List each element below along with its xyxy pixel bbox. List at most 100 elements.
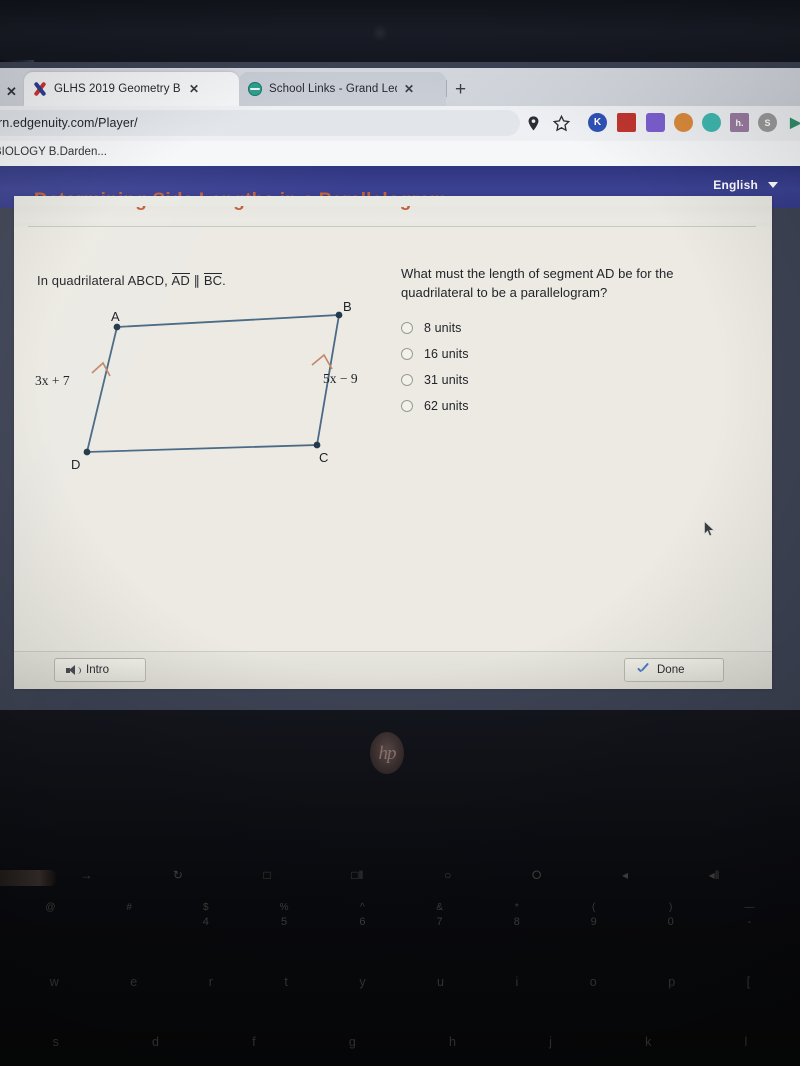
answer-options: 8 units 16 units 31 units 62 units: [401, 315, 701, 419]
omnibox-row: rn.edgenuity.com/Player/ K h. S ▶: [0, 106, 800, 141]
tab-title: GLHS 2019 Geometry B - Edgenu: [54, 83, 182, 95]
key-3[interactable]: #: [126, 902, 132, 929]
browser-tab-1[interactable]: School Links - Grand Ledge Publ ✕: [239, 72, 446, 106]
key-d[interactable]: d: [152, 1035, 159, 1049]
side-label-bc: 5x − 9: [323, 371, 358, 386]
segment-bc-label: BC: [203, 273, 223, 288]
vertex-label-c: C: [319, 450, 328, 465]
stem-prefix: In quadrilateral ABCD,: [37, 273, 168, 288]
intro-button[interactable]: Intro: [54, 658, 146, 682]
bookmark-star-icon[interactable]: [552, 114, 571, 133]
laptop-base: hp → ↻ □ □‖ ○ ⭘ ◂ ◂‖ @ # $4 % 5 ^ 6 & 7 * 8 …: [0, 710, 800, 1066]
key-w[interactable]: w: [50, 975, 59, 989]
radio-button[interactable]: [401, 400, 413, 412]
key-forward[interactable]: →: [80, 868, 92, 882]
key-u[interactable]: u: [437, 975, 444, 989]
answer-option-1[interactable]: 16 units: [401, 341, 701, 367]
key-g[interactable]: g: [349, 1035, 356, 1049]
key-0[interactable]: ) 0: [668, 902, 674, 929]
webcam-icon: [372, 24, 388, 44]
language-selector[interactable]: English: [713, 178, 778, 192]
s-extension-icon[interactable]: S: [758, 113, 777, 132]
answer-option-3[interactable]: 62 units: [401, 393, 701, 419]
function-key-row: → ↻ □ □‖ ○ ⭘ ◂ ◂‖: [0, 868, 800, 882]
orange-avatar-icon[interactable]: [674, 113, 693, 132]
key-p[interactable]: p: [668, 975, 675, 989]
vertex-label-b: B: [343, 299, 352, 314]
key-reload[interactable]: ↻: [173, 868, 183, 882]
key-h[interactable]: h: [449, 1035, 456, 1049]
lesson-card-body: In quadrilateral ABCD, AD ∥ BC. A B C D …: [14, 227, 772, 651]
key-j[interactable]: j: [549, 1035, 552, 1049]
key-overview[interactable]: □‖: [351, 868, 363, 882]
parallelogram-figure: A B C D 3x + 7 5x − 9: [35, 299, 358, 472]
question-stem: In quadrilateral ABCD, AD ∥ BC.: [37, 273, 226, 289]
tab-close-icon[interactable]: ✕: [404, 83, 414, 95]
vertex-label-d: D: [71, 457, 80, 472]
key-brightness-down[interactable]: ○: [444, 868, 451, 882]
key-6[interactable]: ^ 6: [359, 902, 365, 929]
chevron-down-icon: [768, 182, 778, 188]
radio-button[interactable]: [401, 374, 413, 386]
key-4[interactable]: $4: [203, 902, 209, 929]
key-e[interactable]: e: [130, 975, 137, 989]
new-tab-button[interactable]: +: [455, 80, 466, 99]
answer-option-label: 31 units: [424, 373, 469, 387]
browser-tab-0[interactable]: GLHS 2019 Geometry B - Edgenu ✕: [24, 72, 239, 106]
key-7[interactable]: & 7: [436, 902, 443, 929]
key-8[interactable]: * 8: [514, 902, 520, 929]
key-minus[interactable]: — -: [744, 902, 754, 929]
key-brightness-up[interactable]: ⭘: [532, 868, 542, 882]
hp-logo-text: hp: [378, 742, 397, 764]
done-button[interactable]: Done: [624, 658, 724, 682]
key-volume-down[interactable]: ◂‖: [709, 868, 720, 882]
key-k[interactable]: k: [645, 1035, 651, 1049]
key-s[interactable]: s: [53, 1035, 59, 1049]
laptop-bezel-top: [0, 0, 800, 70]
key-fullscreen[interactable]: □: [263, 868, 270, 882]
speaker-icon: [66, 664, 81, 676]
intro-button-label: Intro: [86, 664, 110, 676]
radio-button[interactable]: [401, 348, 413, 360]
lesson-card-footer: Intro Done: [14, 651, 772, 689]
mouse-cursor: [704, 521, 715, 537]
key-t[interactable]: t: [284, 975, 287, 989]
hapara-extension-icon[interactable]: h.: [730, 113, 749, 132]
tab-close-icon[interactable]: ✕: [189, 83, 199, 95]
lesson-card: Determining Side Lengths in a Parallelog…: [14, 190, 772, 689]
key-r[interactable]: r: [209, 975, 213, 989]
teal-globe-extension-icon[interactable]: [702, 113, 721, 132]
title-clip-mask: [14, 196, 772, 206]
purple-extension-icon[interactable]: [646, 113, 665, 132]
key-bracket[interactable]: [: [747, 975, 750, 989]
key-o[interactable]: o: [590, 975, 597, 989]
hp-logo: hp: [370, 732, 404, 774]
key-y[interactable]: y: [359, 975, 365, 989]
answer-option-label: 62 units: [424, 399, 469, 413]
navigation-extension-icon[interactable]: ▶: [786, 113, 800, 132]
offscreen-tab-close-icon[interactable]: ✕: [6, 84, 17, 100]
key-i[interactable]: i: [515, 975, 518, 989]
location-pin-icon[interactable]: [524, 114, 543, 133]
kami-extension-icon[interactable]: K: [588, 113, 607, 132]
answer-option-2[interactable]: 31 units: [401, 367, 701, 393]
stem-period: .: [222, 273, 226, 288]
browser-tab-strip: ✕ GLHS 2019 Geometry B - Edgenu ✕ School…: [0, 68, 800, 106]
laptop-photo: ✕ GLHS 2019 Geometry B - Edgenu ✕ School…: [0, 0, 800, 1066]
bc-chevron-mark: [311, 353, 333, 370]
screen-area: ✕ GLHS 2019 Geometry B - Edgenu ✕ School…: [0, 62, 800, 710]
language-label: English: [713, 178, 758, 192]
key-l[interactable]: l: [745, 1035, 748, 1049]
key-9[interactable]: (9: [591, 902, 597, 929]
key-2[interactable]: @: [45, 902, 55, 929]
key-f[interactable]: f: [252, 1035, 255, 1049]
globe-icon: [248, 82, 262, 96]
book-extension-icon[interactable]: [617, 113, 636, 132]
bookmark-item[interactable]: BIOLOGY B.Darden...: [0, 146, 107, 158]
key-mute[interactable]: ◂: [622, 868, 628, 882]
radio-button[interactable]: [401, 322, 413, 334]
answer-option-label: 8 units: [424, 321, 462, 335]
answer-option-0[interactable]: 8 units: [401, 315, 701, 341]
key-5[interactable]: % 5: [280, 902, 289, 929]
letter-key-row-2: s d f g h j k l: [0, 1035, 800, 1049]
